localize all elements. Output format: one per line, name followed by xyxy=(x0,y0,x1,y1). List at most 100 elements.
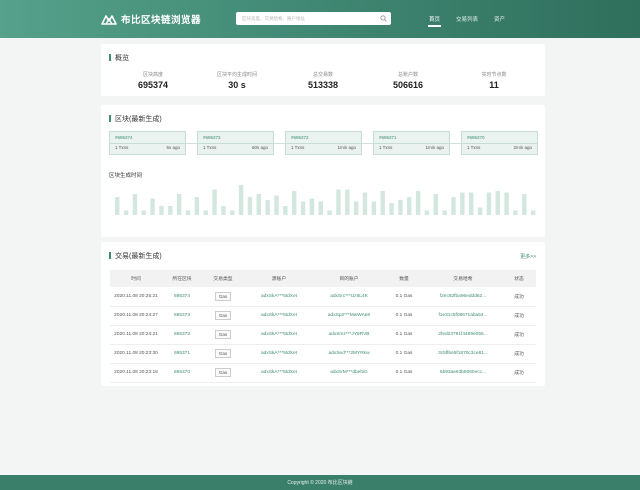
tx-dest-account[interactable]: adxSed***2MYRkw xyxy=(314,344,384,364)
tx-type-tag: Gas xyxy=(214,330,232,339)
tx-time: 2020.11.08 20:24:21 xyxy=(110,325,162,345)
nav-transactions[interactable]: 交易列表 xyxy=(456,15,478,23)
chart-bar xyxy=(230,210,235,215)
tx-hash-link[interactable]: f2ec82fba96eddd62... xyxy=(424,287,502,307)
chart-bar xyxy=(477,207,483,215)
tx-hash-link[interactable]: 3c5ff6e5f1870c3ce81... xyxy=(424,344,502,364)
tx-time: 2020.11.08 20:25:21 xyxy=(110,287,162,307)
chart-bar xyxy=(141,210,146,215)
stat-label: 实时节点数 xyxy=(481,72,507,78)
stat-live-nodes: 实时节点数 11 xyxy=(444,71,544,90)
chart-bar xyxy=(495,191,500,215)
tx-type-cell: Gas xyxy=(202,325,244,345)
chart-bar xyxy=(318,201,323,215)
table-row[interactable]: 2020.11.08 20:23:18 695370 Gas adxSkA***… xyxy=(110,363,536,383)
footer: Copyright © 2020 布比区块链 xyxy=(0,475,640,490)
column-header: 所在区块 xyxy=(162,270,202,287)
tx-amount: 0.1 Gas xyxy=(384,363,424,383)
tx-status: 成功 xyxy=(502,325,536,345)
tx-block-link[interactable]: 695370 xyxy=(162,363,202,383)
tx-type-cell: Gas xyxy=(202,287,244,307)
chart-bar xyxy=(185,210,191,215)
chart-bar xyxy=(460,192,465,215)
logo-icon[interactable] xyxy=(101,12,117,26)
chart-bar xyxy=(203,210,208,215)
stat-value: 11 xyxy=(489,80,499,90)
tx-hash-link[interactable]: f1e31c5f08671aba54... xyxy=(424,306,502,326)
chart-bar xyxy=(353,201,359,215)
nav-assets[interactable]: 资产 xyxy=(494,15,505,23)
chart-bar xyxy=(398,200,403,215)
column-header: 数量 xyxy=(384,270,424,287)
chart-bar xyxy=(380,191,385,215)
tx-hash-link[interactable]: 5b93ae63b8060ecc... xyxy=(424,363,502,383)
chart-bar xyxy=(415,191,421,215)
chart-bar xyxy=(150,198,155,215)
tx-status: 成功 xyxy=(502,306,536,326)
chart-bar xyxy=(362,192,368,215)
search-input[interactable] xyxy=(236,12,374,25)
column-header: 状态 xyxy=(502,270,536,287)
tx-time: 2020.11.08 20:23:18 xyxy=(110,363,162,383)
overview-title: 概览 xyxy=(109,53,129,63)
column-header: 交易哈希 xyxy=(424,270,502,287)
chart-bar xyxy=(221,206,226,215)
column-header: 源账户 xyxy=(244,270,314,287)
chart-bar xyxy=(300,201,306,215)
tx-amount: 0.1 Gas xyxy=(384,287,424,307)
chart-bar xyxy=(256,194,261,215)
tx-amount: 0.1 Gas xyxy=(384,325,424,345)
search-icon[interactable] xyxy=(380,15,387,22)
chart-bar xyxy=(265,200,270,215)
chart-bar xyxy=(283,206,288,215)
tx-status: 成功 xyxy=(502,287,536,307)
transactions-table: 时间 所在区块 交易类型 源账户 目的账户 数量 交易哈希 状态 2020.11… xyxy=(110,270,536,383)
chart-bar xyxy=(327,210,332,215)
chart-bar xyxy=(522,194,527,215)
header-bar: 布比区块链浏览器 首页 交易列表 资产 xyxy=(0,0,640,38)
tx-source-account[interactable]: adxSkA***5tdXet xyxy=(244,306,314,326)
chart-bar xyxy=(442,210,447,215)
tx-amount: 0.1 Gas xyxy=(384,344,424,364)
tx-dest-account[interactable]: adxSmz***JY9RVB xyxy=(314,325,384,345)
chart-bar xyxy=(451,197,456,215)
chart-bar xyxy=(247,197,253,215)
transactions-card: 交易(最新生成) 更多>> 时间 所在区块 交易类型 源账户 目的账户 数量 交… xyxy=(101,242,545,386)
column-header: 时间 xyxy=(110,270,162,287)
chart-bar xyxy=(513,210,518,215)
tx-dest-account[interactable]: adxSrc***Uz6L4K xyxy=(314,287,384,307)
transactions-title: 交易(最新生成) xyxy=(109,251,162,261)
tx-type-tag: Gas xyxy=(214,291,232,301)
stat-label: 总账户数 xyxy=(397,72,418,78)
tx-block-link[interactable]: 695374 xyxy=(162,287,202,307)
tx-dest-account[interactable]: adxSrM***dbehiG xyxy=(314,363,384,383)
blocks-card: 区块(最新生成) #695374 1 Txns 6s ago #695373 1… xyxy=(101,105,545,237)
tx-dest-account[interactable]: adxSp2***MwWAe8 xyxy=(314,306,384,326)
tx-source-account[interactable]: adxSkA***5tdXet xyxy=(244,325,314,345)
table-row[interactable]: 2020.11.08 20:24:21 695372 Gas adxSkA***… xyxy=(110,325,536,345)
table-row[interactable]: 2020.11.08 20:23:30 695371 Gas adxSkA***… xyxy=(110,344,536,364)
chart-bar xyxy=(115,197,120,215)
tx-hash-link[interactable]: 2fed23791f4489e055... xyxy=(424,325,502,345)
stat-avg-block-time: 区块平均生成时间 30 s xyxy=(187,71,287,90)
table-row[interactable]: 2020.11.08 20:25:21 695374 Gas adxSkA***… xyxy=(110,287,536,307)
chart-bar xyxy=(168,206,173,215)
nav-home[interactable]: 首页 xyxy=(429,15,440,23)
chart-bar xyxy=(469,192,474,215)
tx-block-link[interactable]: 695371 xyxy=(162,344,202,364)
tx-type-cell: Gas xyxy=(202,363,244,383)
tx-block-link[interactable]: 695372 xyxy=(162,325,202,345)
chart-bar xyxy=(309,198,315,215)
chart-bar xyxy=(486,192,492,215)
site-title[interactable]: 布比区块链浏览器 xyxy=(121,12,201,26)
chart-bar xyxy=(212,189,217,215)
table-row[interactable]: 2020.11.08 20:24:27 695373 Gas adxSkA***… xyxy=(110,306,536,326)
column-header: 目的账户 xyxy=(314,270,384,287)
more-link[interactable]: 更多>> xyxy=(520,253,536,260)
chart-bar xyxy=(407,197,412,215)
tx-source-account[interactable]: adxSkA***5tdXet xyxy=(244,363,314,383)
tx-source-account[interactable]: adxSkA***5tdXet xyxy=(244,287,314,307)
chart-bar xyxy=(176,194,182,215)
tx-source-account[interactable]: adxSkA***5tdXet xyxy=(244,344,314,364)
tx-block-link[interactable]: 695373 xyxy=(162,306,202,326)
